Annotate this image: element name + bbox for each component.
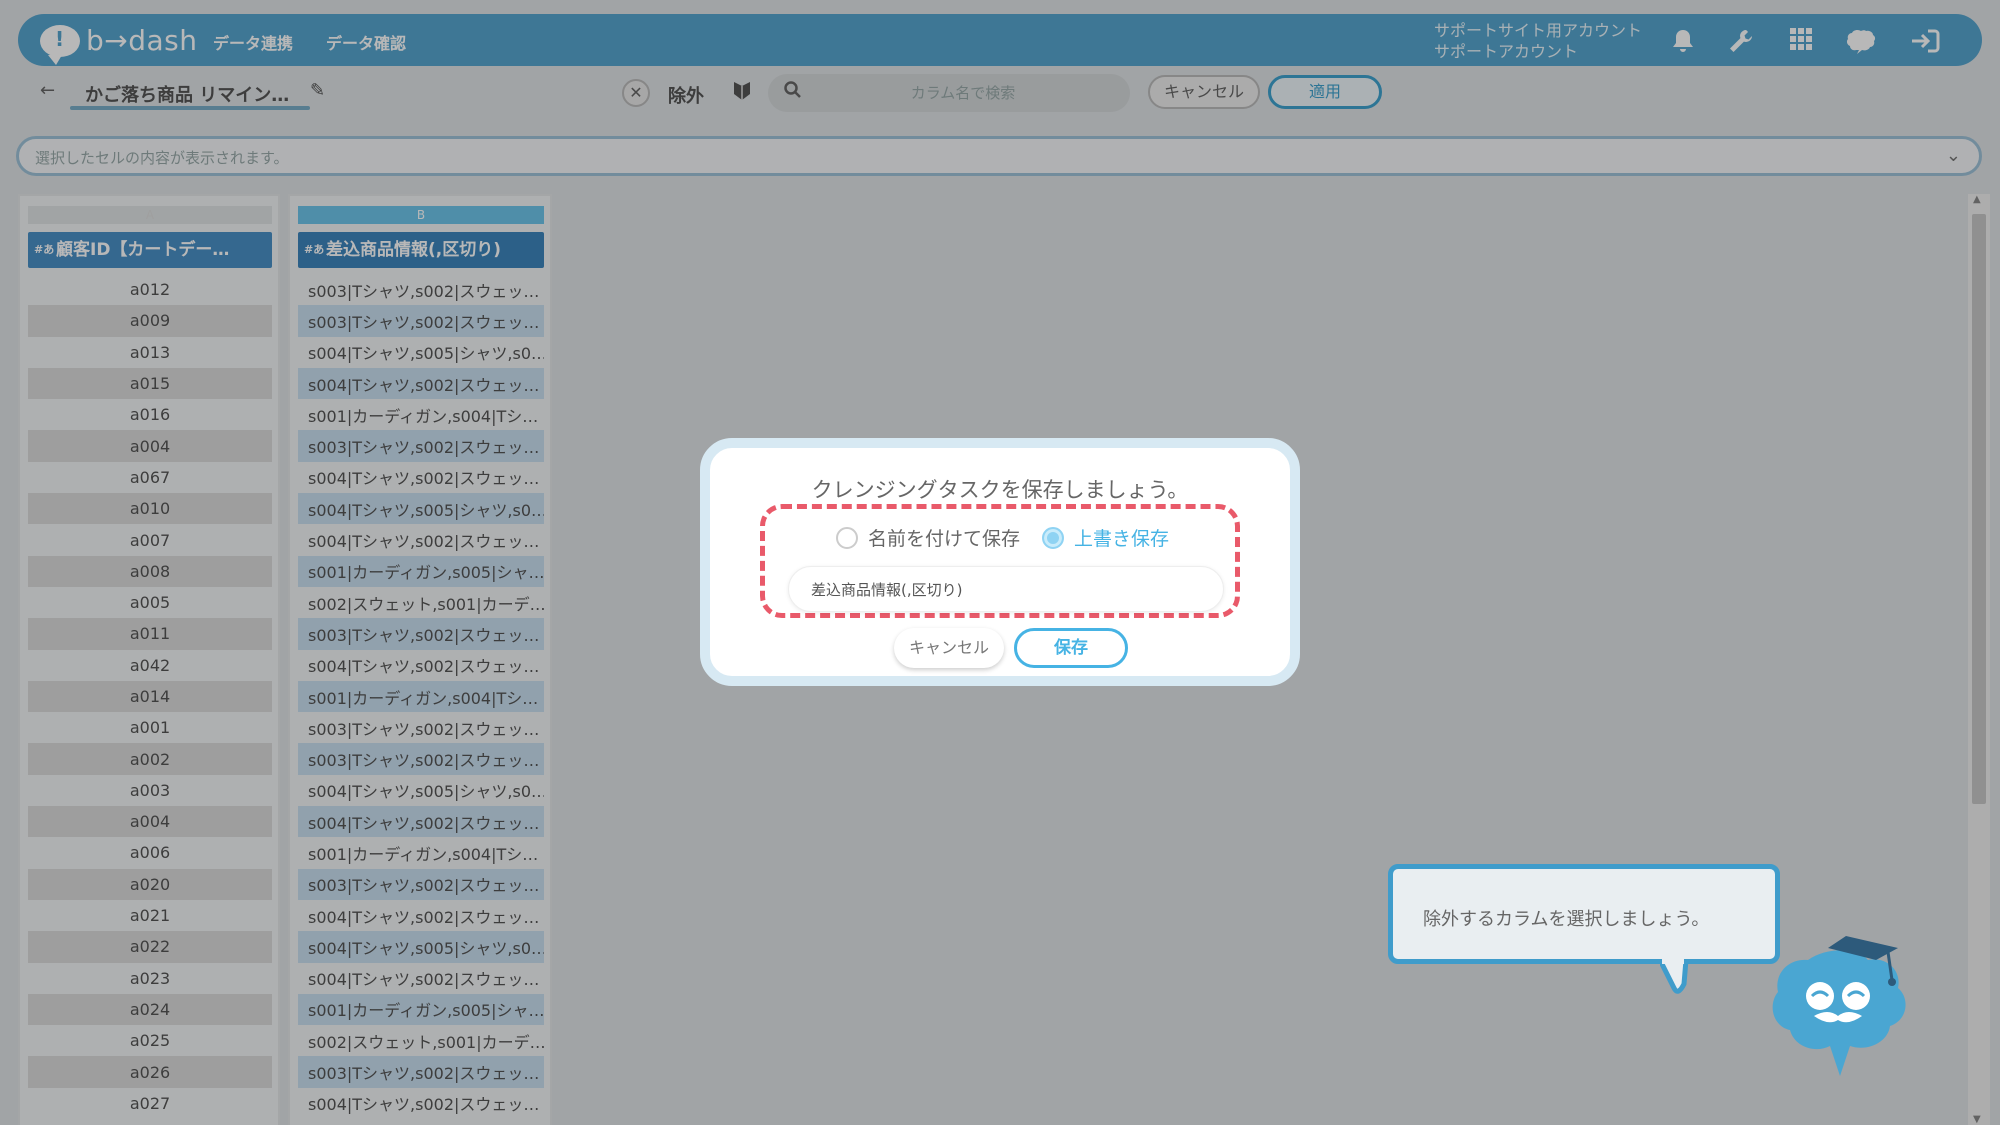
tip-bubble-tail [1660, 958, 1689, 994]
dialog-title: クレンジングタスクを保存しましょう。 [811, 478, 1189, 502]
dialog-save-button[interactable]: 保存 [1014, 628, 1128, 668]
radio-overwrite[interactable] [1042, 526, 1065, 549]
radio-overwrite-label[interactable]: 上書き保存 [1074, 524, 1169, 551]
task-name-input[interactable] [811, 578, 1201, 600]
task-name-field [788, 566, 1224, 612]
tip-bubble: 除外するカラムを選択しましょう。 [1388, 864, 1780, 964]
dialog-cancel-button[interactable]: キャンセル [894, 628, 1004, 668]
brain-mascot-icon [1772, 936, 1906, 1076]
save-task-dialog: クレンジングタスクを保存しましょう。 名前を付けて保存 上書き保存 キャンセル … [700, 438, 1300, 686]
save-mode-options: 名前を付けて保存 上書き保存 [836, 524, 1191, 551]
tip-text: 除外するカラムを選択しましょう。 [1423, 909, 1710, 930]
radio-save-as[interactable] [836, 526, 858, 549]
radio-save-as-label[interactable]: 名前を付けて保存 [868, 524, 1020, 551]
